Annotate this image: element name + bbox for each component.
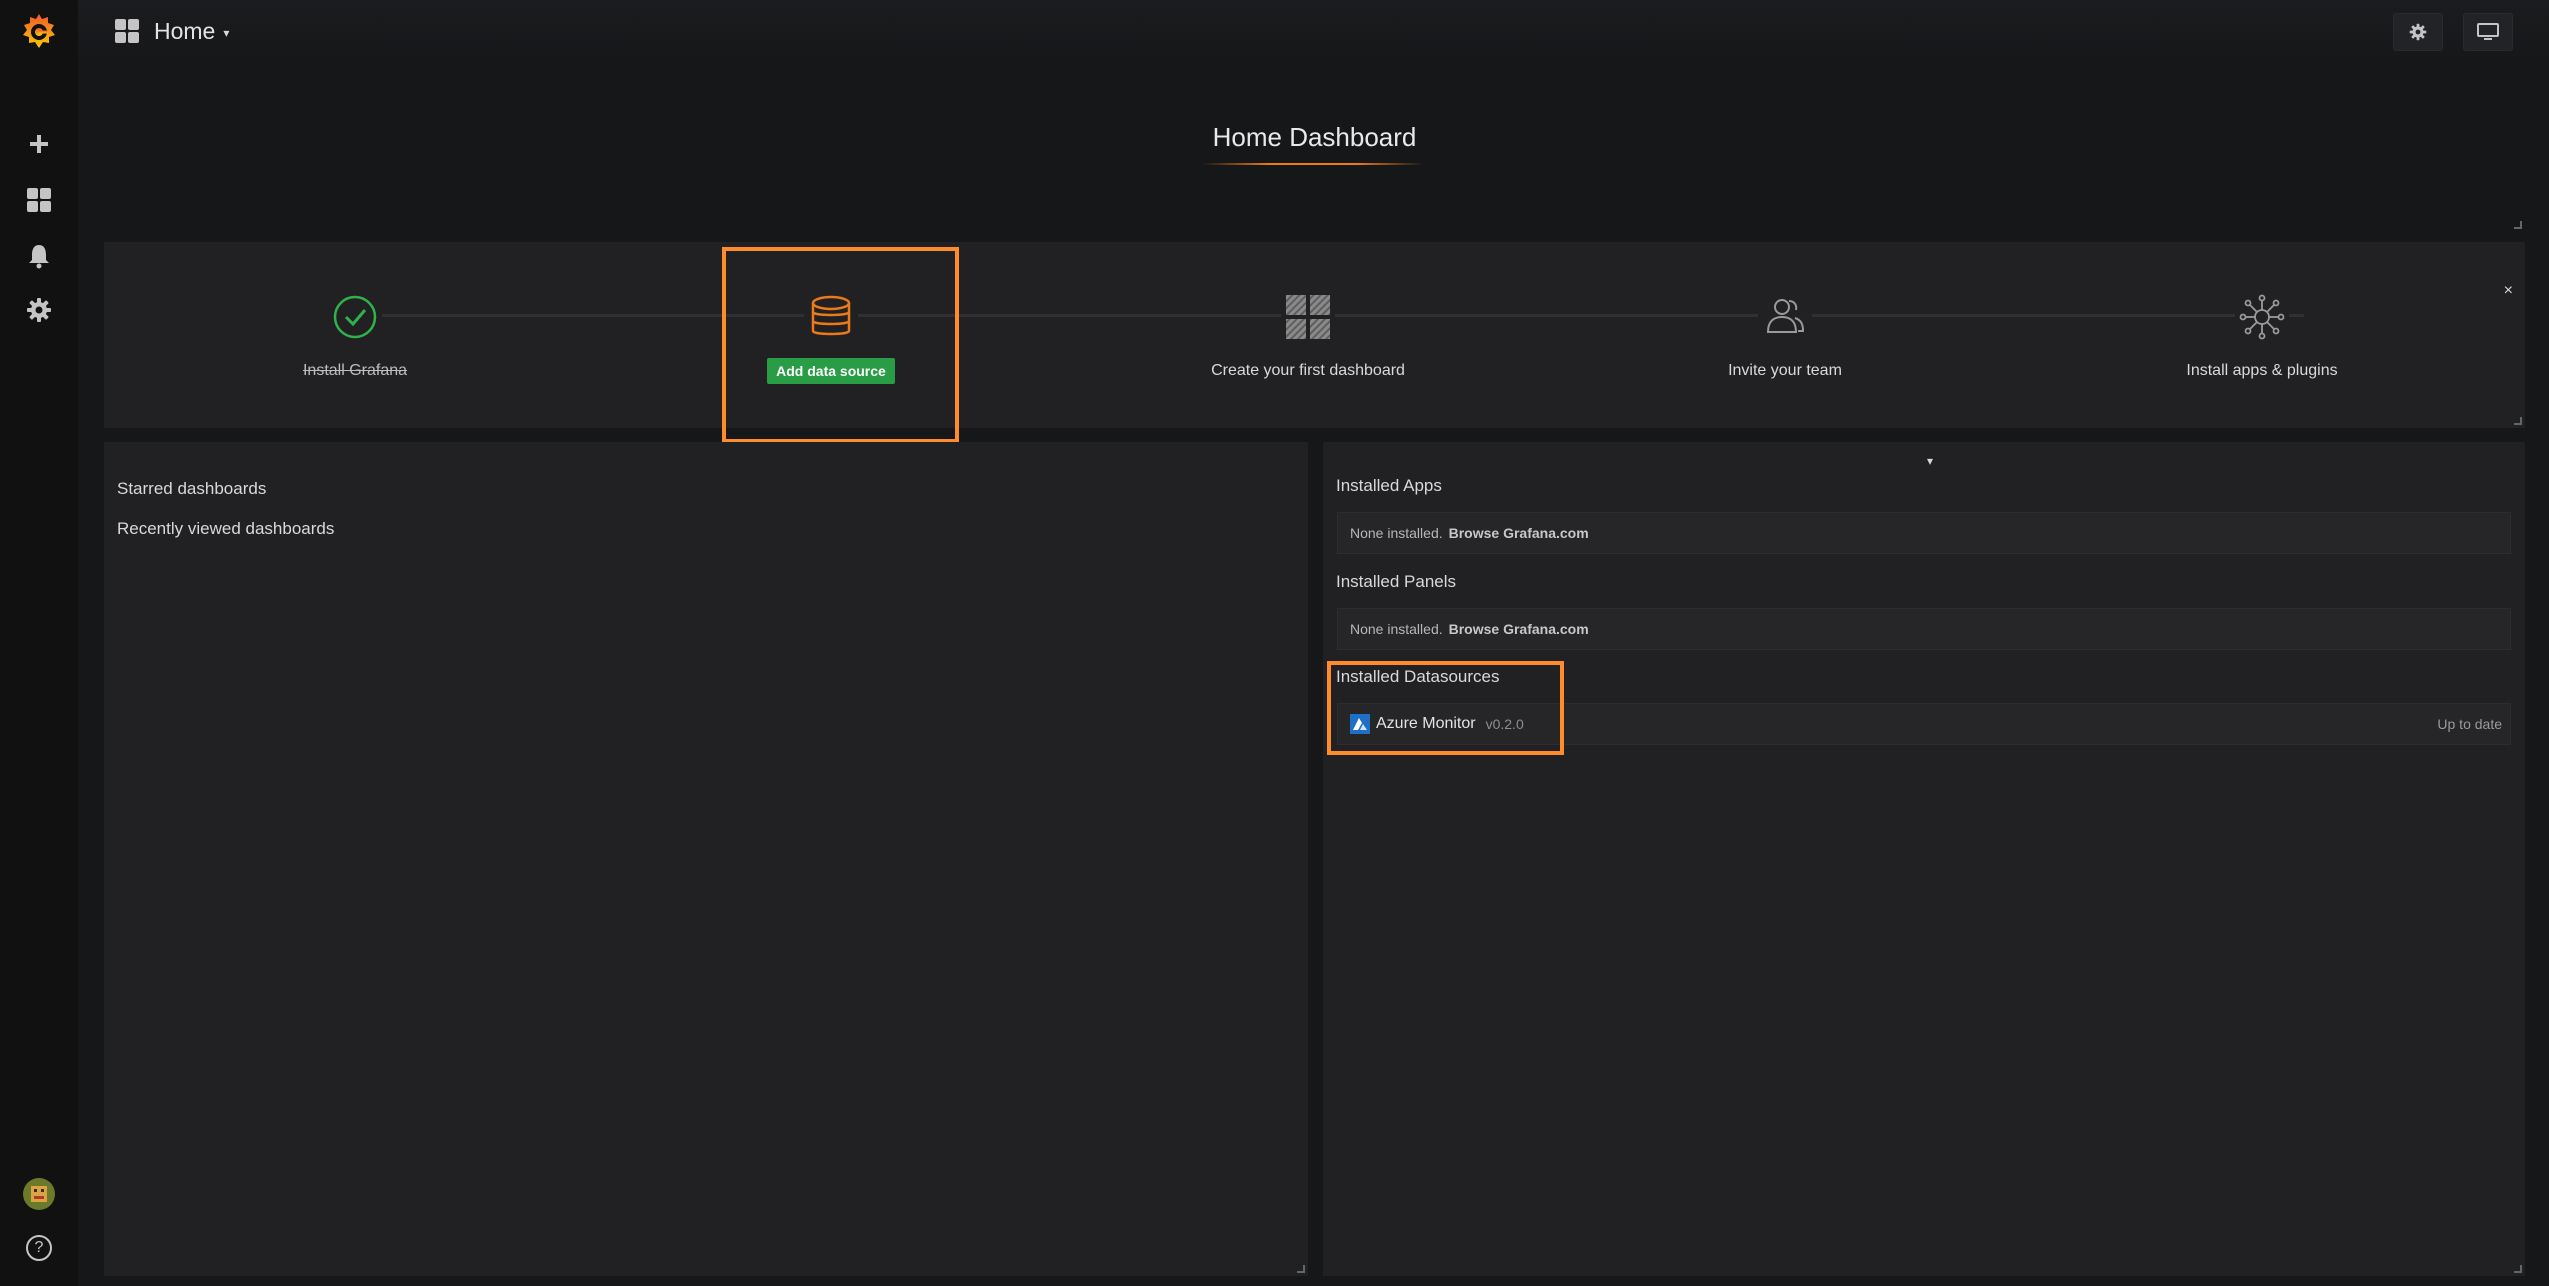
empty-text: None installed.	[1350, 525, 1443, 541]
step-create-dashboard: Create your first dashboard	[1158, 290, 1458, 380]
dashboards-icon[interactable]	[0, 172, 78, 228]
datasource-version: v0.2.0	[1485, 716, 1524, 732]
help-icon[interactable]: ?	[0, 1220, 78, 1276]
sidebar: ?	[0, 0, 78, 1286]
datasource-status: Up to date	[2437, 716, 2502, 732]
recently-viewed-dashboards-heading[interactable]: Recently viewed dashboards	[117, 519, 334, 539]
starred-dashboards-heading[interactable]: Starred dashboards	[117, 479, 266, 499]
add-data-source-button[interactable]: Add data source	[767, 358, 895, 384]
dashboard-settings-button[interactable]	[2393, 13, 2443, 51]
tv-mode-button[interactable]	[2463, 13, 2513, 51]
user-avatar-icon[interactable]	[0, 1166, 78, 1222]
panel-resize-handle[interactable]	[2514, 1265, 2522, 1273]
installed-panels-title: Installed Panels	[1336, 572, 1457, 591]
title-panel: Home Dashboard	[104, 62, 2525, 232]
step-add-data-source: Add data source	[681, 290, 981, 384]
browse-grafana-link[interactable]: Browse Grafana.com	[1449, 525, 1589, 541]
gear-icon	[2409, 23, 2427, 41]
plugins-icon	[2235, 290, 2289, 344]
getting-started-panel: Install Grafana Add data source Create y…	[104, 242, 2525, 428]
step-invite-team: Invite your team	[1635, 290, 1935, 380]
installed-apps-empty: None installed. Browse Grafana.com	[1337, 512, 2511, 554]
step-label[interactable]: Install apps & plugins	[2186, 362, 2337, 380]
alerting-bell-icon[interactable]	[0, 228, 78, 284]
azure-icon	[1350, 714, 1370, 734]
panel-resize-handle[interactable]	[2514, 221, 2522, 229]
users-icon	[1758, 290, 1812, 344]
plugin-list-panel: ▾ Installed Apps None installed. Browse …	[1323, 442, 2525, 1276]
top-navbar: Home ▾	[78, 0, 2549, 62]
close-icon[interactable]: ×	[2504, 282, 2513, 300]
help-glyph: ?	[26, 1235, 52, 1261]
page-title: Home Dashboard	[1212, 122, 1417, 152]
step-install-plugins: Install apps & plugins	[2112, 290, 2412, 380]
step-label[interactable]: Create your first dashboard	[1211, 362, 1405, 380]
browse-grafana-link[interactable]: Browse Grafana.com	[1449, 621, 1589, 637]
datasource-row[interactable]: Azure Monitor v0.2.0 Up to date	[1337, 703, 2511, 745]
step-label[interactable]: Invite your team	[1728, 362, 1842, 380]
dashboard-grid-icon	[1281, 290, 1335, 344]
panel-menu-caret-icon[interactable]: ▾	[1927, 454, 1933, 468]
installed-panels-empty: None installed. Browse Grafana.com	[1337, 608, 2511, 650]
dashboard-grid-icon	[115, 19, 139, 43]
chevron-down-icon: ▾	[223, 25, 230, 40]
step-install-grafana: Install Grafana	[205, 290, 505, 380]
empty-text: None installed.	[1350, 621, 1443, 637]
check-circle-icon	[328, 290, 382, 344]
title-underline	[1202, 163, 1424, 165]
step-label: Install Grafana	[302, 362, 408, 379]
panel-resize-handle[interactable]	[2514, 417, 2522, 425]
installed-datasources-title: Installed Datasources	[1336, 667, 1500, 686]
database-icon	[804, 290, 858, 344]
dashboard-picker[interactable]: Home ▾	[114, 14, 229, 48]
dashboard-list-panel: Starred dashboards Recently viewed dashb…	[104, 442, 1308, 1276]
datasource-name[interactable]: Azure Monitor	[1376, 715, 1476, 733]
grafana-logo-icon[interactable]	[0, 3, 78, 59]
monitor-icon	[2477, 23, 2499, 40]
installed-apps-title: Installed Apps	[1336, 476, 1442, 495]
panel-resize-handle[interactable]	[1297, 1265, 1305, 1273]
configuration-gear-icon[interactable]	[0, 282, 78, 338]
dashboard-name: Home	[154, 17, 216, 44]
create-plus-icon[interactable]	[0, 116, 78, 172]
